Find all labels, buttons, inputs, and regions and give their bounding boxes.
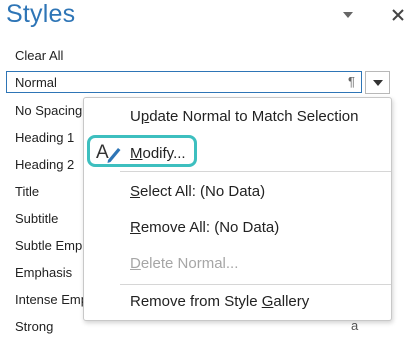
menu-separator bbox=[120, 171, 391, 172]
menu-separator bbox=[120, 284, 391, 285]
menu-accelerator: R bbox=[130, 219, 141, 236]
style-item-subtitle[interactable]: Subtitle bbox=[15, 211, 58, 226]
menu-item-remove-from-gallery[interactable]: Remove from Style Gallery bbox=[130, 293, 309, 310]
menu-accelerator: G bbox=[261, 293, 274, 310]
current-style-value: Normal bbox=[15, 75, 57, 90]
menu-accelerator: M bbox=[130, 145, 143, 162]
style-item-emphasis[interactable]: Emphasis bbox=[15, 265, 72, 280]
svg-text:A: A bbox=[96, 142, 109, 163]
pane-options-button[interactable] bbox=[339, 7, 357, 23]
menu-text-post: elete Normal... bbox=[140, 255, 239, 272]
pane-title: Styles bbox=[6, 0, 76, 28]
close-button[interactable] bbox=[388, 5, 408, 25]
menu-item-remove-all[interactable]: Remove All: (No Data) bbox=[130, 219, 279, 236]
style-item-subtle-emphasis[interactable]: Subtle Emph bbox=[15, 238, 83, 253]
menu-item-modify[interactable]: Modify... bbox=[130, 145, 186, 162]
style-dropdown-button[interactable] bbox=[365, 71, 390, 94]
paragraph-mark-icon: ¶ bbox=[348, 74, 355, 89]
menu-text-post: allery bbox=[273, 293, 310, 310]
style-item-heading-2[interactable]: Heading 2 bbox=[15, 157, 74, 172]
menu-text-pre: U bbox=[130, 108, 141, 125]
menu-accelerator: p bbox=[140, 108, 150, 125]
menu-text-post: date Normal to Match Selection bbox=[149, 108, 359, 125]
chevron-down-icon bbox=[373, 80, 383, 86]
menu-accelerator: S bbox=[130, 183, 141, 200]
style-item-title[interactable]: Title bbox=[15, 184, 39, 199]
style-item-intense-emphasis[interactable]: Intense Emp bbox=[15, 292, 83, 307]
menu-text-post: emove All: (No Data) bbox=[140, 219, 280, 236]
menu-text-post: elect All: (No Data) bbox=[140, 183, 266, 200]
style-item-strong[interactable]: Strong bbox=[15, 319, 53, 334]
chevron-down-icon bbox=[343, 12, 353, 18]
style-item-no-spacing[interactable]: No Spacing bbox=[15, 103, 82, 118]
menu-accelerator: D bbox=[130, 255, 141, 272]
modify-style-icon: A bbox=[96, 142, 121, 163]
style-item-heading-1[interactable]: Heading 1 bbox=[15, 130, 74, 145]
styles-pane: Styles Clear All Normal ¶ No Spacing Hea… bbox=[0, 0, 417, 347]
clear-all-item[interactable]: Clear All bbox=[15, 48, 63, 63]
menu-item-select-all[interactable]: Select All: (No Data) bbox=[130, 183, 265, 200]
menu-text-pre: Remove from Style bbox=[130, 293, 262, 310]
menu-text-post: odify... bbox=[142, 145, 186, 162]
menu-item-update-to-match[interactable]: Update Normal to Match Selection bbox=[130, 108, 358, 125]
close-icon bbox=[392, 9, 404, 21]
menu-item-delete-normal: Delete Normal... bbox=[130, 255, 238, 272]
style-context-menu: Update Normal to Match Selection A Modif… bbox=[83, 97, 392, 321]
current-style-field[interactable]: Normal ¶ bbox=[6, 71, 362, 93]
